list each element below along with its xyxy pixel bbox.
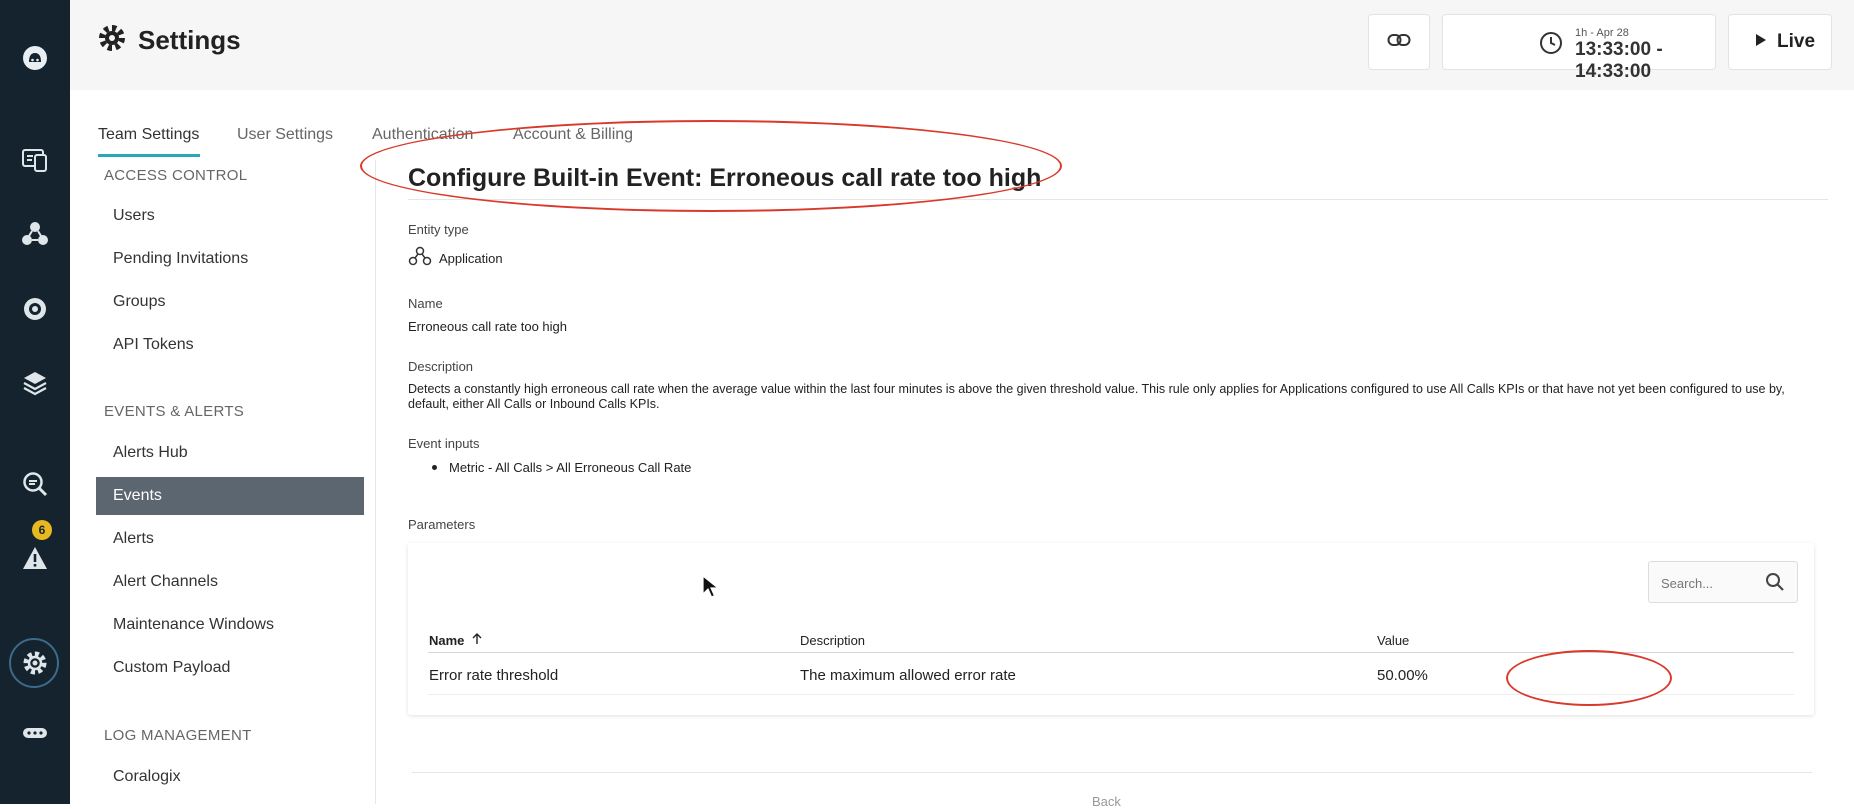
bullet-dot (432, 465, 437, 470)
sidebar-item-maintenance-windows[interactable]: Maintenance Windows (96, 606, 364, 644)
row-divider (428, 694, 1794, 695)
tab-authentication[interactable]: Authentication (372, 126, 473, 144)
event-input-item: Metric - All Calls > All Erroneous Call … (432, 460, 691, 475)
param-value-cell[interactable]: 50.00% (1377, 667, 1428, 684)
description-value: Detects a constantly high erroneous call… (408, 382, 1785, 411)
name-label: Name (408, 296, 443, 311)
column-header-name-label: Name (429, 633, 465, 648)
event-config-panel: Configure Built-in Event: Erroneous call… (378, 160, 1854, 809)
sidebar-item-api-tokens[interactable]: API Tokens (96, 326, 364, 364)
mouse-cursor (702, 574, 720, 604)
sidebar-item-groups[interactable]: Groups (96, 283, 364, 321)
header-divider (428, 652, 1794, 653)
entity-type-value: Application (439, 251, 503, 266)
alerts-count-badge: 6 (32, 520, 52, 540)
tab-account-billing[interactable]: Account & Billing (513, 126, 633, 144)
layers-icon[interactable] (0, 363, 70, 403)
infrastructure-icon[interactable] (0, 289, 70, 329)
time-range-picker[interactable]: 1h - Apr 28 13:33:00 - 14:33:00 (1442, 14, 1768, 82)
section-heading-events-alerts: EVENTS & ALERTS (104, 403, 245, 420)
parameters-table-card: Name Description Value Error rate thresh… (408, 543, 1814, 715)
settings-icon[interactable] (0, 643, 70, 683)
sidebar-item-users[interactable]: Users (96, 197, 364, 235)
top-header: Settings 1h - Apr 28 13:33:00 - 14:33:00… (70, 0, 1854, 90)
tab-team-settings[interactable]: Team Settings (98, 126, 199, 144)
play-icon (1755, 33, 1767, 52)
tab-user-settings[interactable]: User Settings (237, 126, 333, 144)
application-icon (408, 246, 432, 271)
time-range-value: 13:33:00 - 14:33:00 (1575, 39, 1663, 82)
description-label: Description (408, 359, 474, 374)
active-tab-indicator (98, 154, 200, 157)
gear-icon (98, 24, 126, 57)
column-header-description: Description (800, 633, 866, 648)
live-label: Live (1777, 31, 1816, 52)
footer-divider (412, 772, 1812, 773)
monitor-icon[interactable] (0, 140, 70, 180)
name-value: Erroneous call rate too high (408, 319, 567, 334)
page-title-group: Settings (98, 24, 241, 57)
search-icon[interactable] (1765, 572, 1785, 597)
sidebar-item-events[interactable]: Events (96, 477, 364, 515)
event-config-title: Configure Built-in Event: Erroneous call… (408, 164, 1042, 192)
left-rail: 6 (0, 0, 70, 804)
title-divider (408, 199, 1828, 200)
clock-icon (1539, 31, 1563, 60)
back-button[interactable]: Back (1092, 794, 1121, 809)
sidebar-item-alerts-hub[interactable]: Alerts Hub (96, 434, 364, 472)
sidebar-item-custom-payload[interactable]: Custom Payload (96, 649, 364, 687)
search-input[interactable] (1659, 572, 1759, 594)
page-title: Settings (138, 25, 241, 55)
column-header-value: Value (1377, 633, 1410, 648)
analyze-icon[interactable] (0, 464, 70, 504)
sidebar-item-alert-channels[interactable]: Alert Channels (96, 563, 364, 601)
column-header-name[interactable]: Name (429, 633, 482, 648)
logo-icon[interactable] (0, 38, 70, 78)
event-input-text: Metric - All Calls > All Erroneous Call … (449, 460, 692, 475)
copy-link-button[interactable] (1368, 14, 1430, 70)
section-heading-log-management: LOG MANAGEMENT (104, 727, 252, 744)
settings-tabs: Team Settings User Settings Authenticati… (70, 118, 1854, 160)
application-icon[interactable] (0, 214, 70, 254)
entity-type-label: Entity type (408, 222, 469, 237)
parameters-search[interactable] (1648, 561, 1798, 603)
parameters-label: Parameters (408, 517, 476, 532)
entity-type-row: Application (408, 246, 503, 271)
link-icon (1387, 32, 1411, 53)
param-name-cell: Error rate threshold (429, 667, 559, 684)
live-button[interactable]: Live (1728, 14, 1832, 70)
param-description-cell: The maximum allowed error rate (800, 667, 1016, 684)
sort-ascending-icon (472, 633, 482, 648)
section-heading-access-control: ACCESS CONTROL (104, 167, 248, 184)
sidebar-item-coralogix[interactable]: Coralogix (96, 758, 364, 796)
alerts-icon[interactable] (0, 538, 70, 578)
sidebar-item-alerts[interactable]: Alerts (96, 520, 364, 558)
more-icon[interactable] (0, 713, 70, 753)
settings-sidebar: ACCESS CONTROL Users Pending Invitations… (70, 160, 376, 804)
time-range-summary: 1h - Apr 28 (1575, 27, 1629, 39)
sidebar-item-pending-invitations[interactable]: Pending Invitations (96, 240, 364, 278)
event-inputs-label: Event inputs (408, 436, 480, 451)
